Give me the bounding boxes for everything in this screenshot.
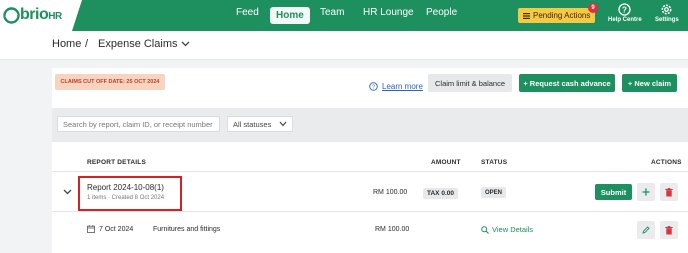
add-item-button[interactable]: [637, 183, 655, 201]
item-amount: RM 100.00: [375, 226, 410, 233]
nav-feed[interactable]: Feed: [236, 7, 259, 18]
delete-item-button[interactable]: [660, 221, 678, 239]
highlight-box: [78, 176, 182, 211]
nav-team[interactable]: Team: [320, 7, 344, 18]
learn-more-label: Learn more: [382, 82, 423, 91]
trash-icon: [665, 187, 673, 196]
claim-limit-button[interactable]: Claim limit & balance: [428, 74, 512, 92]
logo[interactable]: brioHR: [20, 6, 62, 24]
pending-actions-button[interactable]: Pending Actions: [518, 8, 595, 23]
column-header-report-details: REPORT DETAILS: [87, 159, 147, 166]
learn-more-link[interactable]: ? Learn more: [369, 82, 423, 91]
nav-home[interactable]: Home: [270, 7, 310, 24]
delete-report-button[interactable]: [660, 183, 678, 201]
item-date: 7 Oct 2024: [99, 226, 134, 233]
nav-hr-lounge[interactable]: HR Lounge: [363, 7, 414, 18]
logo-suffix: HR: [48, 11, 62, 22]
column-header-status: STATUS: [481, 159, 508, 166]
help-circle-icon: ?: [369, 82, 378, 91]
chevron-down-icon[interactable]: [181, 41, 190, 47]
breadcrumb-home[interactable]: Home: [52, 38, 81, 50]
collapse-chevron-icon[interactable]: [63, 189, 72, 195]
svg-text:?: ?: [372, 85, 375, 91]
report-amount: RM 100.00: [373, 189, 408, 196]
search-input[interactable]: Search by report, claim ID, or receipt n…: [57, 116, 220, 132]
help-centre-button[interactable]: ? Help Centre: [608, 3, 642, 23]
divider: [52, 171, 688, 172]
pencil-icon: [642, 226, 650, 234]
status-badge: OPEN: [481, 187, 506, 198]
pending-actions-label: Pending Actions: [533, 11, 591, 20]
view-details-label: View Details: [492, 225, 534, 234]
claims-card: [52, 68, 688, 253]
pending-count-badge: 9: [588, 3, 598, 13]
status-filter-select[interactable]: All statuses: [227, 116, 293, 132]
new-claim-button[interactable]: + New claim: [622, 74, 677, 92]
search-icon: [481, 225, 489, 234]
view-details-link[interactable]: View Details: [481, 225, 533, 234]
status-filter-value: All statuses: [233, 119, 272, 129]
nav-people[interactable]: People: [426, 7, 457, 18]
edit-item-button[interactable]: [637, 221, 655, 239]
submit-button[interactable]: Submit: [595, 184, 632, 200]
brio-logo-icon: [3, 7, 20, 24]
plus-icon: [642, 188, 650, 196]
help-icon: ?: [618, 3, 631, 16]
logo-text: brio: [20, 6, 49, 23]
trash-icon: [665, 225, 673, 234]
gear-icon: [661, 4, 672, 15]
calendar-icon: [87, 225, 95, 233]
breadcrumb-separator: /: [85, 38, 89, 50]
help-centre-label: Help Centre: [608, 17, 642, 23]
page-title: Expense Claims: [98, 38, 178, 50]
settings-button[interactable]: Settings: [655, 3, 679, 23]
settings-label: Settings: [655, 17, 679, 23]
cutoff-date-banner: CLAIMS CUT OFF DATE: 25 OCT 2024: [55, 74, 165, 90]
item-category: Furnitures and fittings: [153, 226, 221, 233]
divider: [52, 211, 688, 212]
chevron-down-icon: [279, 121, 287, 127]
column-header-amount: AMOUNT: [431, 159, 461, 166]
list-icon: [523, 12, 530, 19]
column-header-actions: ACTIONS: [651, 159, 682, 166]
request-cash-advance-button[interactable]: + Request cash advance: [519, 74, 615, 92]
svg-text:?: ?: [622, 5, 627, 14]
tax-badge: TAX 0.00: [423, 188, 458, 199]
